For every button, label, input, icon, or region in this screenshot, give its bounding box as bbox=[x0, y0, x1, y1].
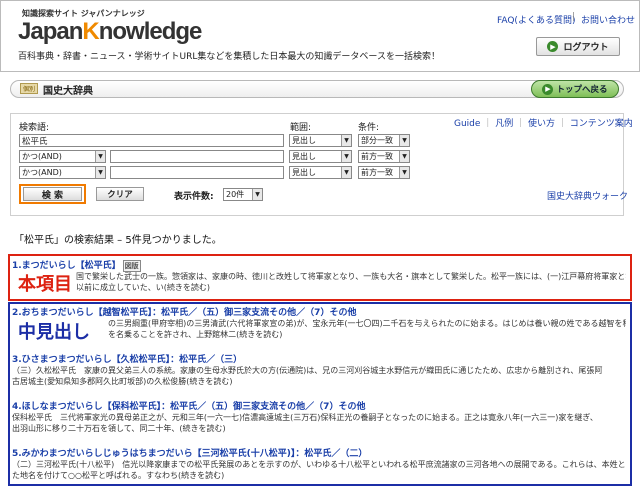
range-value: 見出し bbox=[292, 168, 316, 177]
chevron-down-icon: ▼ bbox=[399, 167, 409, 178]
chevron-down-icon: ▼ bbox=[341, 151, 351, 162]
operator-value: かつ(AND) bbox=[22, 168, 62, 177]
condition-select-1[interactable]: 部分一致 ▼ bbox=[358, 134, 410, 147]
site-logo[interactable]: JapanKnowledge bbox=[18, 18, 203, 46]
chevron-down-icon: ▼ bbox=[95, 151, 105, 162]
range-label: 範囲: bbox=[290, 123, 312, 133]
chevron-down-icon: ▼ bbox=[399, 135, 409, 146]
annotation-label-main-entry: 本項目 bbox=[18, 270, 72, 296]
search-button-label: 検 索 bbox=[23, 187, 82, 201]
annotation-box-subheading bbox=[8, 302, 632, 486]
chevron-down-icon: ▼ bbox=[399, 151, 409, 162]
search-term-input-2[interactable] bbox=[110, 150, 284, 163]
count-select[interactable]: 20件 ▼ bbox=[223, 188, 263, 201]
chevron-down-icon: ▼ bbox=[341, 135, 351, 146]
condition-select-2[interactable]: 前方一致 ▼ bbox=[358, 150, 410, 163]
logo-k: K bbox=[82, 18, 99, 45]
keyword-label: 検索語: bbox=[19, 123, 50, 133]
guide-link[interactable]: Guide bbox=[454, 119, 480, 129]
contents-guide-link[interactable]: コンテンツ案内 bbox=[570, 119, 633, 129]
legend-link[interactable]: 凡例 bbox=[495, 119, 513, 129]
operator-value: かつ(AND) bbox=[22, 152, 62, 161]
chevron-down-icon: ▼ bbox=[95, 167, 105, 178]
logo-pre: Japan bbox=[18, 18, 83, 45]
range-select-2[interactable]: 見出し ▼ bbox=[289, 150, 352, 163]
operator-select-3[interactable]: かつ(AND) ▼ bbox=[19, 166, 106, 179]
search-term-input-1[interactable]: 松平氏 bbox=[19, 134, 284, 147]
contact-link[interactable]: お問い合わせ bbox=[581, 13, 635, 26]
condition-value: 前方一致 bbox=[361, 152, 393, 161]
dictionary-name: 国史大辞典 bbox=[43, 86, 93, 97]
count-value: 20件 bbox=[226, 190, 245, 199]
logout-button[interactable]: ▶ ログアウト bbox=[536, 37, 620, 56]
range-value: 見出し bbox=[292, 136, 316, 145]
site-tagline: 百科事典・辞書・ニュース・学術サイトURL集などを集積した日本最大の知識データベ… bbox=[18, 52, 440, 62]
dictionary-walk-link[interactable]: 国史大辞典ウォーク bbox=[547, 189, 628, 202]
condition-value: 前方一致 bbox=[361, 168, 393, 177]
logo-post: nowledge bbox=[98, 18, 203, 45]
range-value: 見出し bbox=[292, 152, 316, 161]
annotation-box-main-entry bbox=[8, 254, 632, 301]
faq-link[interactable]: FAQ(よくある質問) bbox=[497, 13, 575, 26]
condition-value: 部分一致 bbox=[361, 136, 393, 145]
clear-button[interactable]: クリア bbox=[96, 187, 144, 201]
search-term-input-3[interactable] bbox=[110, 166, 284, 179]
arrow-right-icon: ▶ bbox=[542, 83, 554, 95]
count-label: 表示件数: bbox=[174, 192, 214, 202]
range-select-3[interactable]: 見出し ▼ bbox=[289, 166, 352, 179]
back-to-top-label: トップへ戻る bbox=[556, 85, 608, 95]
condition-label: 条件: bbox=[358, 123, 380, 133]
annotation-label-subheading: 中見出し bbox=[18, 318, 90, 344]
results-summary: 「松平氏」の検索結果 – 5件見つかりました。 bbox=[14, 235, 222, 246]
operator-select-2[interactable]: かつ(AND) ▼ bbox=[19, 150, 106, 163]
search-button[interactable]: 検 索 bbox=[19, 184, 86, 204]
help-links: Guide ｜ 凡例 ｜ 使い方 ｜ コンテンツ案内 bbox=[454, 119, 633, 129]
logout-label: ログアウト bbox=[563, 43, 609, 53]
dictionary-badge: 個別 bbox=[20, 83, 38, 94]
header-divider: | bbox=[572, 12, 576, 22]
arrow-right-icon: ▶ bbox=[547, 41, 559, 52]
back-to-top-button[interactable]: ▶ トップへ戻る bbox=[531, 80, 619, 98]
usage-link[interactable]: 使い方 bbox=[528, 119, 555, 129]
chevron-down-icon: ▼ bbox=[252, 189, 262, 200]
chevron-down-icon: ▼ bbox=[341, 167, 351, 178]
range-select-1[interactable]: 見出し ▼ bbox=[289, 134, 352, 147]
condition-select-3[interactable]: 前方一致 ▼ bbox=[358, 166, 410, 179]
